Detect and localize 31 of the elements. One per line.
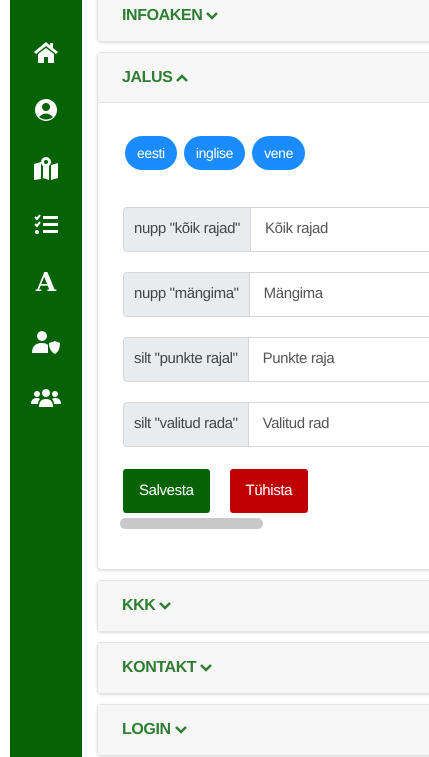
map-icon[interactable] bbox=[33, 156, 59, 180]
accordion-header[interactable]: LOGIN bbox=[98, 705, 429, 755]
accordion-header[interactable]: JALUS bbox=[98, 53, 429, 103]
checklist-icon[interactable] bbox=[34, 214, 58, 236]
chevron-down-icon bbox=[159, 602, 172, 610]
language-pill[interactable]: vene bbox=[252, 136, 306, 170]
language-pill[interactable]: eesti bbox=[125, 136, 177, 170]
field-label: nupp "kõik rajad" bbox=[123, 207, 252, 252]
letter-icon[interactable]: A bbox=[36, 270, 56, 296]
accordion-header[interactable]: KKK bbox=[98, 581, 429, 631]
input-field[interactable]: Punkte raja bbox=[248, 337, 429, 382]
user-icon[interactable] bbox=[34, 98, 58, 122]
chevron-up-icon bbox=[176, 74, 188, 82]
home-icon[interactable] bbox=[33, 40, 59, 64]
chevron-down-icon bbox=[200, 664, 212, 672]
field-label: nupp "mängima" bbox=[123, 272, 250, 317]
accordion-header[interactable]: INFOAKEN bbox=[98, 0, 429, 41]
field-label: silt "punkte rajal" bbox=[123, 337, 249, 382]
input-field[interactable]: Mängima bbox=[250, 272, 429, 317]
input-field[interactable]: Valitud rad bbox=[248, 402, 429, 447]
input-field[interactable]: Kõik rajad bbox=[251, 207, 429, 252]
users-icon[interactable] bbox=[31, 388, 61, 408]
save-button[interactable]: Salvesta bbox=[123, 469, 210, 513]
accordion-header[interactable]: KONTAKT bbox=[98, 643, 429, 693]
scrollbar[interactable] bbox=[120, 518, 263, 529]
chevron-down-icon bbox=[174, 726, 187, 734]
chevron-down-icon bbox=[206, 12, 218, 20]
language-pill[interactable]: inglise bbox=[184, 136, 246, 170]
field-label: silt "valitud rada" bbox=[123, 402, 249, 447]
cancel-button[interactable]: Tühista bbox=[230, 469, 308, 513]
user-shield-icon[interactable] bbox=[32, 330, 60, 354]
